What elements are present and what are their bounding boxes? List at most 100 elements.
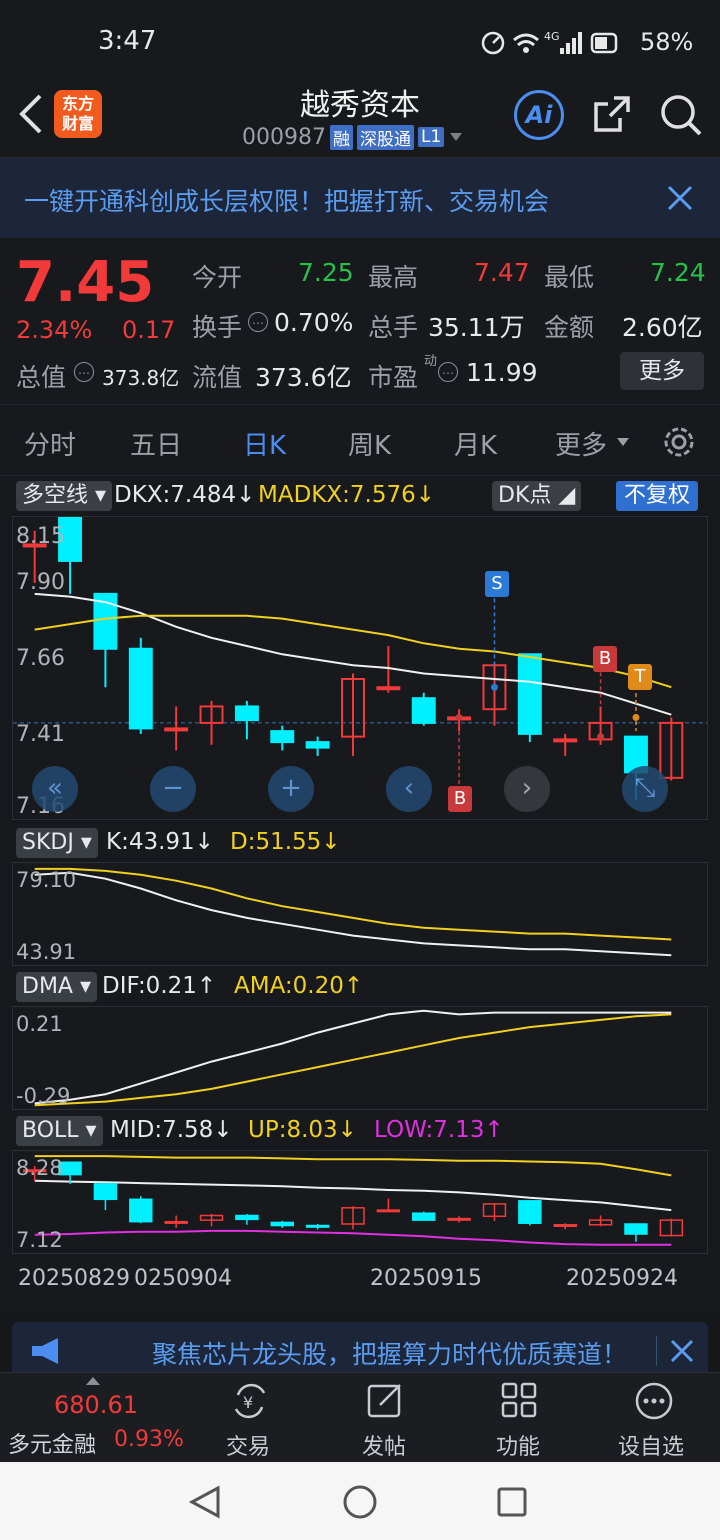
dma-ama-line xyxy=(34,1013,672,1107)
close-icon[interactable] xyxy=(670,1339,694,1363)
divider xyxy=(656,1336,657,1366)
change-amount: 0.17 xyxy=(122,316,176,344)
dma-dif-line xyxy=(34,1009,672,1105)
amount-label: 金额 xyxy=(544,313,595,342)
bottom-toolbar: 680.61 多元金融 0.93% ¥ 交易 发帖 功能 设自选 xyxy=(0,1372,720,1462)
turnover-value: 0.70% xyxy=(274,308,354,337)
open-value: 7.25 xyxy=(298,258,354,287)
add-watchlist-button[interactable]: 设自选 xyxy=(612,1373,708,1463)
signal-buy-marker[interactable]: B xyxy=(593,646,617,672)
trade-yen-icon: ¥ xyxy=(234,1383,266,1419)
low-label: 最低 xyxy=(544,263,595,292)
post-button[interactable]: 发帖 xyxy=(344,1373,424,1463)
amount-value: 2.60亿 xyxy=(622,313,703,342)
tab-more[interactable]: 更多 xyxy=(555,425,607,462)
info-icon[interactable]: … xyxy=(438,362,458,382)
adjust-select[interactable]: 不复权 xyxy=(616,481,699,511)
skdj-select[interactable]: SKDJ ▾ xyxy=(16,828,98,858)
promo-banner[interactable]: 一键开通科创成长层权限！把握打新、交易机会 xyxy=(0,158,720,238)
ai-button[interactable]: Ai xyxy=(514,90,564,140)
dma-select[interactable]: DMA ▾ xyxy=(16,972,98,1002)
tab-monthly-k[interactable]: 月K xyxy=(454,425,497,462)
fullscreen-icon[interactable]: ⤡ xyxy=(622,766,668,812)
close-icon[interactable] xyxy=(666,184,694,212)
info-icon[interactable]: … xyxy=(248,312,268,332)
dma-name: DMA xyxy=(22,974,73,999)
back-triangle-icon[interactable] xyxy=(188,1484,224,1520)
trade-button[interactable]: ¥ 交易 xyxy=(210,1373,290,1463)
search-icon[interactable] xyxy=(658,92,704,138)
pe-label: 市盈 xyxy=(368,363,419,392)
volume-value: 35.11万 xyxy=(428,313,525,342)
skdj-k-line xyxy=(34,871,672,957)
dma-ytop: 0.21 xyxy=(16,1012,63,1036)
last-price: 7.45 xyxy=(16,250,155,315)
skdj-k-value: K:43.91↓ xyxy=(106,829,214,855)
turnover-label: 换手 xyxy=(192,313,243,342)
boll-name: BOLL xyxy=(22,1118,79,1143)
signal-t-marker[interactable]: T xyxy=(628,664,652,690)
add-watchlist-label: 设自选 xyxy=(618,1435,685,1460)
signal-sell-marker[interactable]: S xyxy=(485,571,509,597)
skdj-ybot: 43.91 xyxy=(16,940,77,964)
x-tick: 20250829 xyxy=(18,1266,130,1291)
dma-chart xyxy=(34,1009,672,1107)
zoom-out-all-icon[interactable]: « xyxy=(32,766,78,812)
tab-intraday[interactable]: 分时 xyxy=(24,425,76,462)
skdj-panel[interactable] xyxy=(12,862,708,966)
boll-candle-body xyxy=(93,1183,118,1201)
network-type-icon: 4G xyxy=(544,30,560,43)
settings-gear-icon[interactable] xyxy=(660,423,698,461)
grid-icon xyxy=(501,1382,537,1418)
plus-icon[interactable]: + xyxy=(268,766,314,812)
minus-icon[interactable]: − xyxy=(150,766,196,812)
main-indicator-name: 多空线 xyxy=(22,483,89,508)
tag-margin: 融 xyxy=(329,124,353,150)
dma-ama-value: AMA:0.20↑ xyxy=(234,973,364,999)
open-label: 今开 xyxy=(192,263,243,292)
candle-body xyxy=(305,741,330,749)
dk-point-label: DK点 xyxy=(498,483,552,508)
tab-weekly-k[interactable]: 周K xyxy=(348,425,391,462)
boll-panel[interactable] xyxy=(12,1150,708,1254)
signal-buy-marker[interactable]: B xyxy=(448,786,472,812)
dropdown-icon xyxy=(450,133,463,141)
stock-code-row[interactable]: 000987 融 深股通 L1 xyxy=(242,124,464,150)
stock-header: 东方 财富 越秀资本 000987 融 深股通 L1 Ai xyxy=(0,80,720,158)
candle-body xyxy=(164,727,189,732)
more-button[interactable]: 更多 xyxy=(620,352,704,390)
info-icon[interactable]: … xyxy=(74,362,94,382)
skdj-chart xyxy=(34,867,672,957)
boll-candle-body xyxy=(624,1223,648,1235)
post-label: 发帖 xyxy=(362,1435,407,1460)
share-icon[interactable] xyxy=(590,92,634,136)
functions-label: 功能 xyxy=(496,1435,541,1460)
boll-candle-body xyxy=(270,1221,294,1227)
functions-button[interactable]: 功能 xyxy=(478,1373,558,1463)
boll-candle-body xyxy=(164,1220,188,1224)
sector-index[interactable]: 680.61 多元金融 0.93% xyxy=(0,1373,190,1463)
change-percent: 2.34% xyxy=(16,316,93,344)
signal-dot xyxy=(597,733,605,741)
sector-name: 多元金融 xyxy=(8,1433,97,1458)
tab-five-day[interactable]: 五日 xyxy=(130,425,182,462)
boll-candle-body xyxy=(129,1198,153,1223)
prev-icon[interactable]: ‹ xyxy=(386,766,432,812)
boll-low-line xyxy=(34,1229,672,1246)
tab-daily-k[interactable]: 日K xyxy=(243,425,286,462)
dma-panel[interactable] xyxy=(12,1006,708,1110)
signal-dot xyxy=(490,683,498,691)
boll-select[interactable]: BOLL ▾ xyxy=(16,1116,103,1146)
boll-candle-body xyxy=(412,1212,436,1221)
dk-point-select[interactable]: DK点 ◢ xyxy=(492,481,582,511)
home-circle-icon[interactable] xyxy=(342,1484,378,1520)
svg-text:¥: ¥ xyxy=(243,1393,253,1412)
recents-square-icon[interactable] xyxy=(496,1486,528,1518)
main-indicator-select[interactable]: 多空线 ▾ xyxy=(16,481,113,511)
float-label: 流值 xyxy=(192,363,243,392)
promo-text-2: 聚焦芯片龙头股，把握算力时代优质赛道！ xyxy=(152,1340,628,1369)
next-icon[interactable]: › xyxy=(504,766,550,812)
battery-icon xyxy=(590,32,618,54)
boll-ybot: 7.12 xyxy=(16,1228,63,1252)
chart-area: 多空线 ▾ DKX:7.484↓ MADKX:7.576↓ DK点 ◢ 不复权 … xyxy=(0,476,720,1312)
